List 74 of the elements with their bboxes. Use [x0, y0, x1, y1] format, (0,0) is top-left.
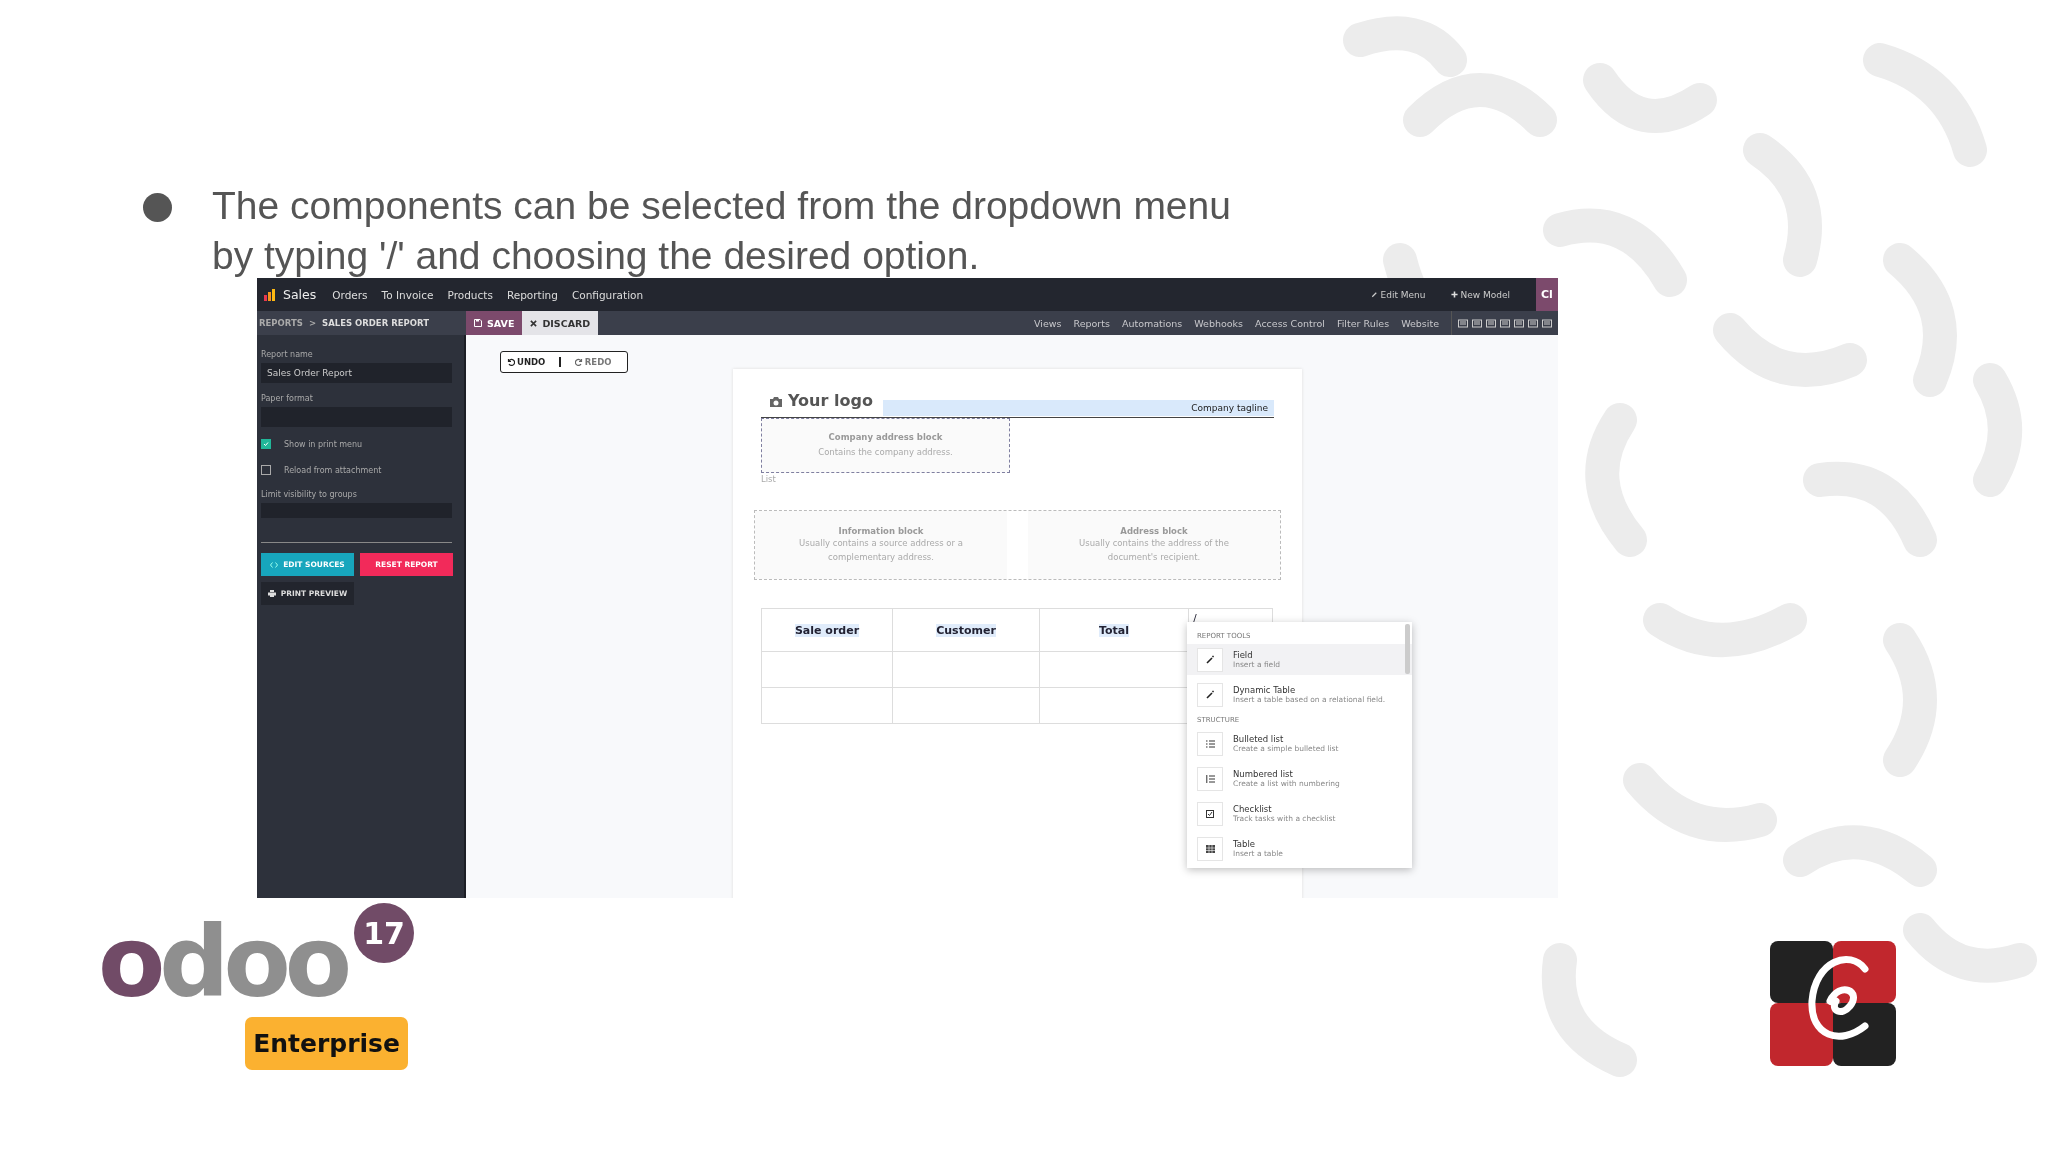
pencil-icon — [1371, 291, 1379, 298]
company-tagline: Company tagline — [882, 400, 1274, 416]
studio-tab[interactable]: Reports — [1073, 317, 1110, 329]
new-model-link[interactable]: New Model — [1451, 289, 1510, 300]
menu-item[interactable]: Reporting — [506, 288, 558, 301]
check-icon — [263, 441, 269, 447]
field-label: Report name — [261, 350, 314, 359]
block-description: Contains the company address. — [818, 446, 953, 459]
menu-item[interactable]: To Invoice — [381, 288, 434, 301]
brand-logo-icon — [1770, 941, 1896, 1066]
plus-icon — [1451, 291, 1459, 298]
item-title: Checklist — [1233, 804, 1273, 814]
logo-text: Your logo — [788, 391, 873, 410]
bullet-dot — [143, 193, 172, 222]
item-title: Numbered list — [1233, 769, 1294, 779]
redo-button[interactable]: REDO — [574, 357, 612, 367]
redo-icon — [574, 358, 583, 366]
column-header: Total — [1039, 608, 1189, 652]
app-name[interactable]: Sales — [283, 287, 317, 302]
bulleted-list-icon — [1205, 739, 1215, 748]
scrollbar[interactable] — [1405, 624, 1410, 674]
column-header: Sale order — [761, 608, 893, 652]
table-icon — [1205, 844, 1215, 853]
studio-tab[interactable]: Website — [1401, 317, 1439, 329]
block-description: Usually contains the address of the document's recipient. — [1078, 537, 1230, 564]
edition-badge: Enterprise — [245, 1017, 408, 1070]
studio-tab[interactable]: Automations — [1121, 317, 1183, 329]
list-label: List — [761, 474, 777, 484]
floppy-icon — [474, 319, 482, 327]
text-field[interactable]: Sales Order Report — [261, 363, 452, 383]
save-button[interactable]: SAVE — [466, 311, 523, 335]
breadcrumb-link[interactable]: REPORTS — [259, 318, 303, 328]
item-title: Table — [1233, 839, 1256, 849]
menu-item[interactable]: Configuration — [571, 288, 644, 301]
magic-wand-icon — [1205, 690, 1215, 699]
block-title: Address block — [1120, 526, 1188, 536]
block-title: Company address block — [828, 432, 943, 442]
printer-icon — [267, 590, 276, 597]
version-badge: 17 — [354, 903, 414, 963]
studio-tab[interactable]: Access Control — [1255, 317, 1325, 329]
block-description: Usually contains a source address or a complementary address. — [798, 537, 964, 564]
checkbox[interactable] — [261, 439, 271, 449]
field-label: Paper format — [261, 394, 314, 403]
item-title: Field — [1233, 650, 1254, 660]
bullet-text: The components can be selected from the dropdown menu by typing '/' and choosing the desired option. — [212, 183, 1232, 279]
breadcrumb-current: SALES ORDER REPORT — [322, 318, 429, 328]
menu-item[interactable]: Orders — [332, 288, 368, 301]
undo-icon — [507, 358, 515, 366]
item-title: Bulleted list — [1233, 734, 1285, 744]
menu-item[interactable]: Products — [447, 288, 493, 301]
checkbox-label: Reload from attachment — [284, 465, 382, 475]
edit-menu-link[interactable]: Edit Menu — [1371, 289, 1426, 300]
bar-chart-icon[interactable] — [263, 287, 277, 302]
code-icon — [270, 561, 279, 568]
checkbox-icon — [1206, 809, 1214, 818]
studio-tab[interactable]: Views — [1034, 317, 1062, 329]
discard-button[interactable]: DISCARD — [522, 311, 599, 335]
field-value: Sales Order Report — [267, 368, 353, 378]
numbered-list-icon — [1205, 774, 1215, 783]
close-button[interactable]: Cl — [1536, 278, 1558, 311]
item-title: Dynamic Table — [1233, 685, 1297, 695]
odoo-logo: odoo — [98, 913, 347, 1011]
column-header: Customer — [892, 608, 1040, 652]
undo-button[interactable]: UNDO — [507, 357, 546, 367]
block-title: Information block — [838, 526, 924, 536]
breadcrumb-separator: > — [308, 318, 316, 328]
checkbox-label: Show in print menu — [284, 439, 363, 449]
studio-tab[interactable]: Filter Rules — [1336, 317, 1390, 329]
field-label: Limit visibility to groups — [261, 490, 358, 499]
close-icon — [530, 319, 538, 327]
studio-tab[interactable]: Webhooks — [1194, 317, 1244, 329]
camera-icon — [769, 396, 783, 408]
magic-wand-icon — [1205, 655, 1215, 664]
checkbox[interactable] — [261, 465, 271, 475]
